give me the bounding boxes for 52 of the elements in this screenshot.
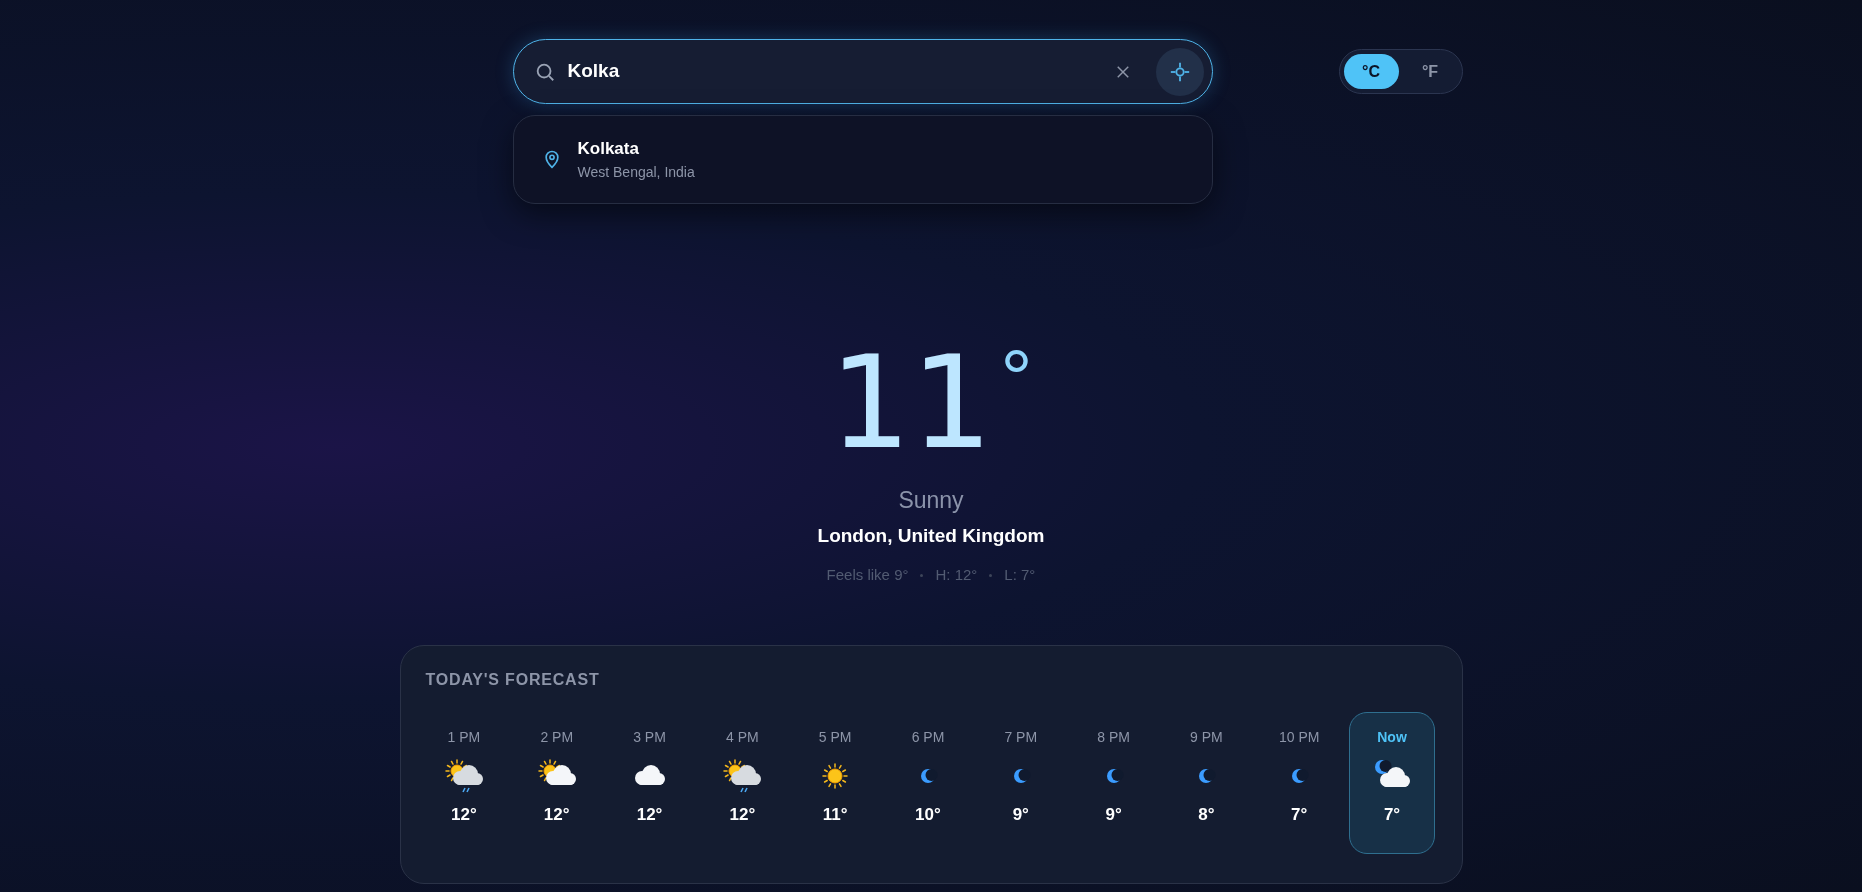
hour-forecast[interactable]: 2 PM 12° [513, 711, 601, 854]
crosshair-icon [1168, 60, 1191, 83]
hour-label: 8 PM [1097, 727, 1130, 747]
hour-label: 4 PM [726, 727, 759, 747]
hour-forecast[interactable]: 9 PM 8° [1163, 711, 1250, 854]
hour-label: 5 PM [818, 727, 852, 747]
hour-temperature: 11° [822, 803, 848, 826]
forecast-title: TODAY'S FORECAST [425, 669, 601, 690]
hour-temperature: 10° [915, 803, 941, 826]
temperature-value: 11 [829, 339, 993, 467]
hour-forecast[interactable]: 7 PM 9° [977, 711, 1065, 854]
hour-label: 2 PM [540, 727, 574, 747]
hour-forecast[interactable]: 6 PM 10° [884, 711, 972, 854]
locate-button[interactable] [1155, 47, 1204, 96]
hour-forecast[interactable]: 10 PM 7° [1255, 711, 1343, 854]
hour-forecast[interactable]: 3 PM 12° [606, 711, 693, 854]
hour-temperature: 8° [1198, 803, 1215, 826]
hour-temperature: 9° [1012, 803, 1029, 826]
hour-temperature: 7° [1291, 803, 1308, 826]
hour-forecast[interactable]: Now 7° [1348, 711, 1436, 854]
weather-detail: H: 12° [935, 565, 978, 585]
hour-forecast[interactable]: 5 PM 11° [791, 711, 879, 854]
suggestion-city: Kolkata [577, 138, 640, 160]
hour-label: 3 PM [633, 727, 666, 747]
weather-condition: Sunny [898, 486, 964, 515]
hour-label: 10 PM [1279, 727, 1320, 747]
sun-cloud-rain-icon [443, 757, 484, 794]
suggestion-item[interactable]: Kolkata West Bengal, India [513, 124, 1212, 195]
weather-detail: L: 7° [1004, 565, 1036, 585]
hour-label: 6 PM [911, 727, 945, 747]
hour-temperature: 12° [636, 803, 663, 826]
hour-forecast[interactable]: 8 PM 9° [1070, 711, 1157, 854]
unit-option[interactable]: °F [1402, 54, 1458, 89]
hour-label: 9 PM [1190, 727, 1223, 747]
search-field[interactable]: Kolka [512, 39, 1213, 104]
hour-temperature: 7° [1383, 803, 1401, 826]
hour-temperature: 12° [543, 803, 570, 826]
hour-label: 1 PM [447, 727, 481, 747]
location-name: London, United Kingdom [817, 523, 1045, 548]
hour-label: 7 PM [1004, 727, 1038, 747]
suggestion-region: West Bengal, India [577, 162, 695, 182]
degree-symbol: ° [1000, 339, 1033, 419]
hour-temperature: 12° [729, 803, 756, 826]
hour-temperature: 9° [1105, 803, 1122, 826]
weather-detail: Feels like 9° [826, 565, 909, 585]
search-input[interactable]: Kolka [567, 57, 1102, 86]
hour-label: Now [1377, 727, 1407, 747]
hour-temperature: 12° [451, 803, 477, 826]
sun-cloud-rain-icon [722, 757, 763, 794]
unit-option[interactable]: °C [1343, 54, 1399, 89]
hour-forecast[interactable]: 1 PM 12° [420, 711, 508, 854]
hour-forecast[interactable]: 4 PM 12° [698, 711, 786, 854]
